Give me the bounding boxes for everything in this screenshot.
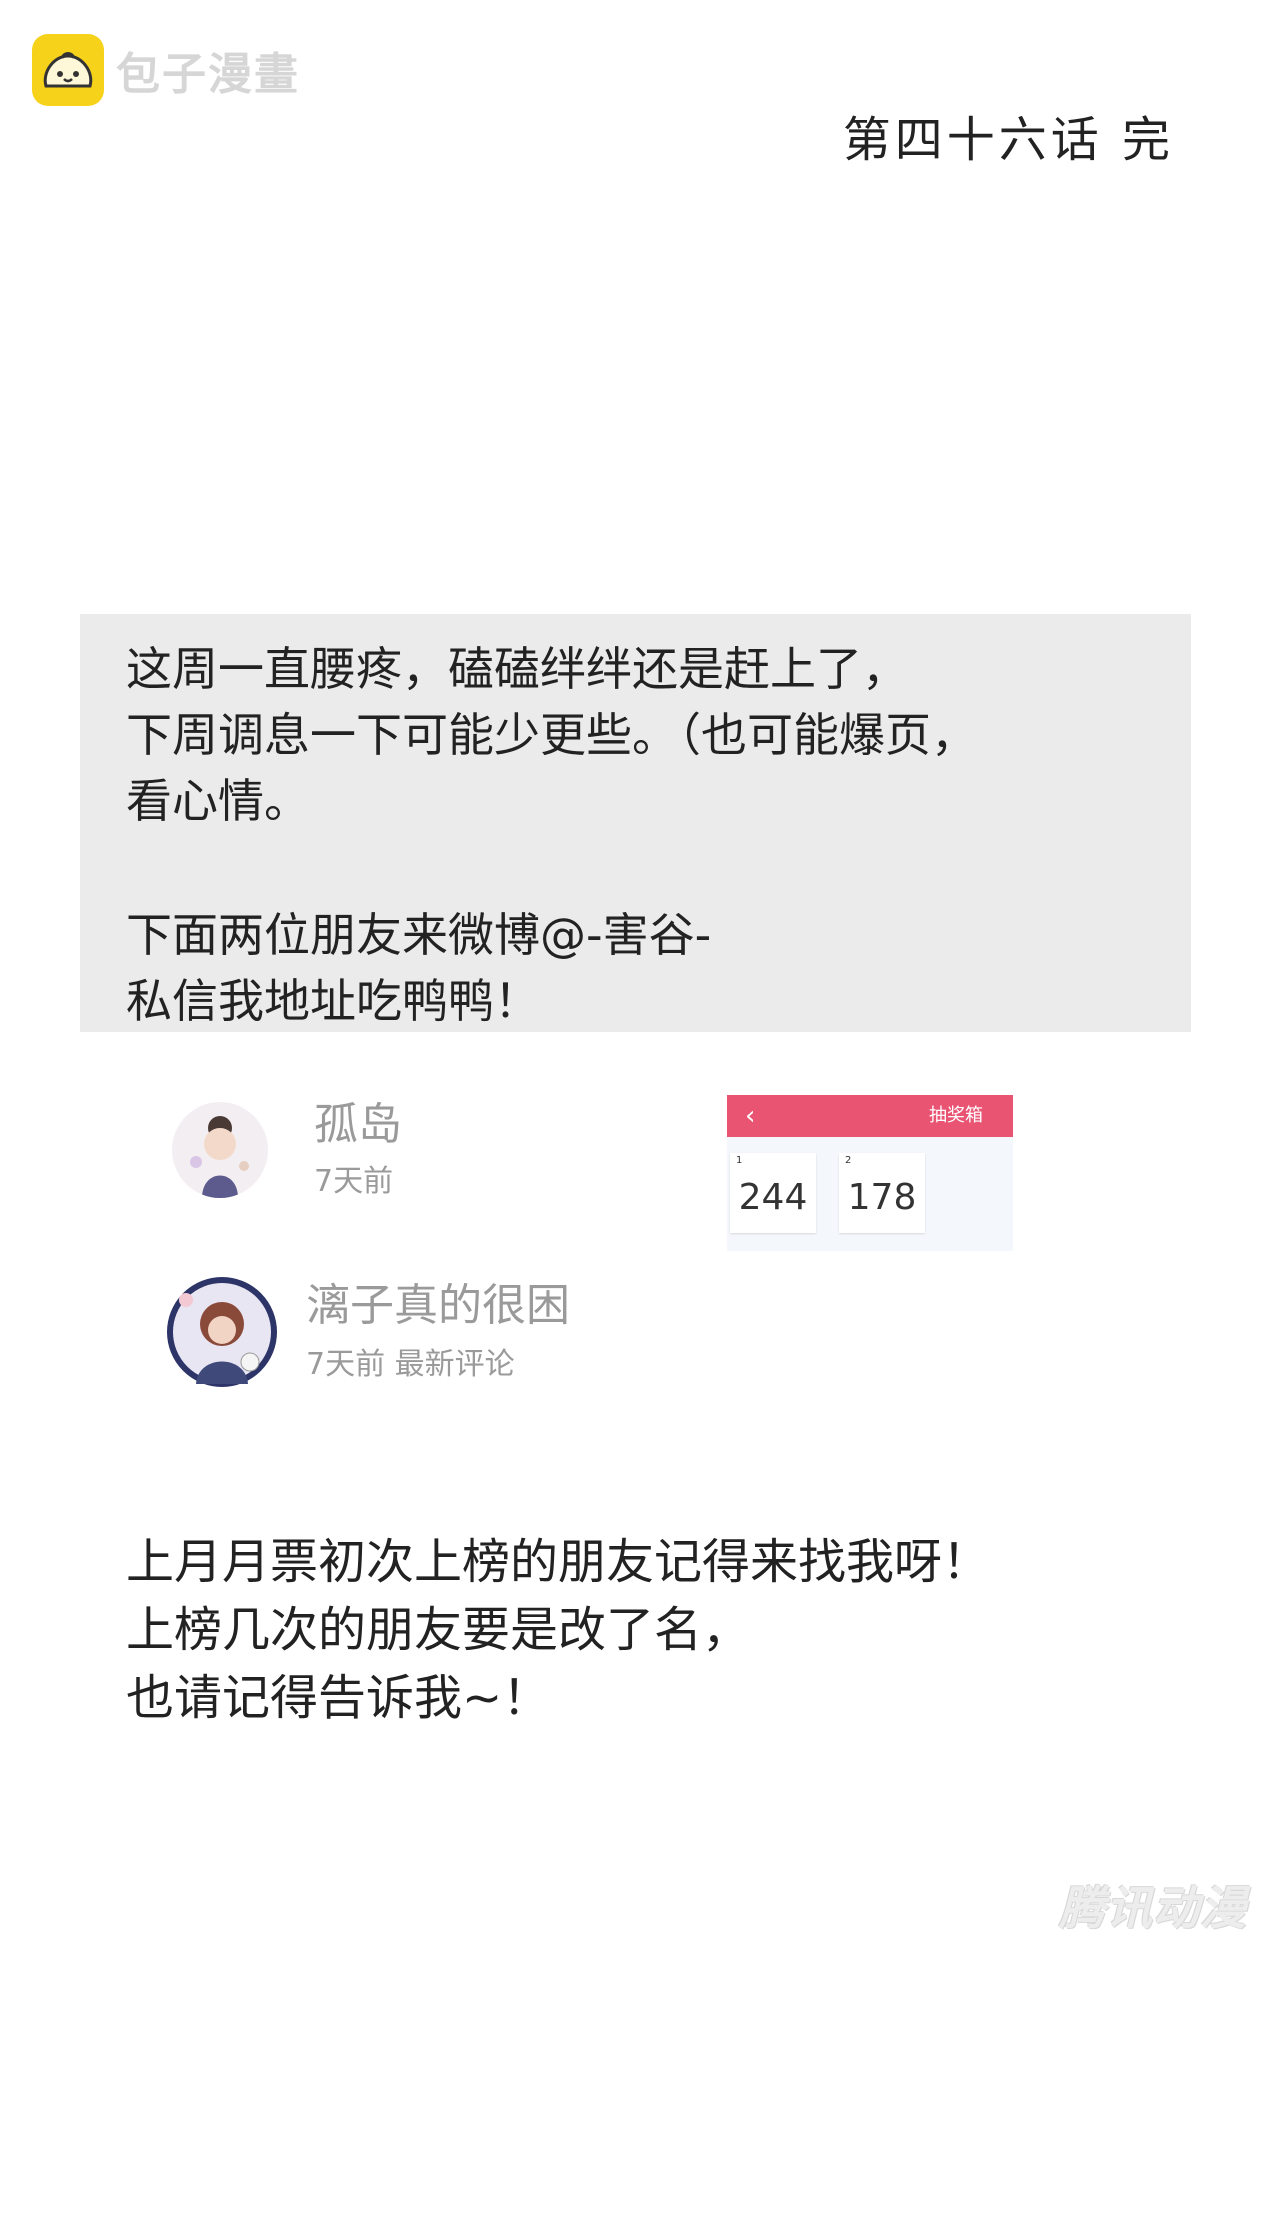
comment-username: 漓子真的很困	[306, 1280, 570, 1331]
comment-item: 漓子真的很困 7天前 最新评论	[162, 1272, 570, 1392]
comment-time: 7天前 最新评论	[306, 1347, 515, 1382]
note-line: 下面两位朋友来微博@-害谷-	[126, 908, 712, 962]
site-logo: 包子漫畫	[32, 34, 300, 106]
note-line: 看心情。	[126, 774, 310, 828]
author-note-box: 这周一直腰疼，磕磕绊绊还是赶上了， 下周调息一下可能少更些。（也可能爆页， 看心…	[80, 614, 1191, 1032]
bottom-text-line: 上月月票初次上榜的朋友记得来找我呀！	[126, 1534, 991, 1590]
lottery-ticket: 1 244	[730, 1153, 816, 1233]
ticket-number: 178	[847, 1177, 917, 1218]
ticket-rank: 2	[845, 1155, 852, 1166]
lottery-title: 抽奖箱	[929, 1105, 983, 1126]
avatar	[162, 1272, 282, 1392]
comment-item: 孤岛 7天前	[172, 1102, 402, 1198]
chapter-end-title: 第四十六话 完	[842, 112, 1174, 168]
bun-face-icon	[32, 34, 104, 106]
ticket-rank: 1	[736, 1155, 743, 1166]
chevron-left-icon: ‹	[745, 1101, 756, 1131]
watermark-logo: 腾讯动漫	[1059, 1881, 1247, 1935]
comment-time: 7天前	[314, 1164, 394, 1199]
ticket-number: 244	[738, 1177, 808, 1218]
note-line: 这周一直腰疼，磕磕绊绊还是赶上了，	[126, 642, 908, 696]
comment-username: 孤岛	[314, 1099, 402, 1150]
avatar	[172, 1102, 268, 1198]
note-line: 私信我地址吃鸭鸭！	[126, 974, 540, 1028]
lottery-box-screenshot: ‹ 抽奖箱 1 244 2 178	[727, 1095, 1013, 1251]
lottery-ticket: 2 178	[839, 1153, 925, 1233]
note-line: 下周调息一下可能少更些。（也可能爆页，	[126, 708, 977, 762]
lottery-header: ‹ 抽奖箱	[727, 1095, 1013, 1137]
bottom-text-line: 上榜几次的朋友要是改了名，	[126, 1602, 751, 1658]
bottom-text-line: 也请记得告诉我~！	[126, 1670, 551, 1726]
logo-text: 包子漫畫	[116, 49, 300, 100]
